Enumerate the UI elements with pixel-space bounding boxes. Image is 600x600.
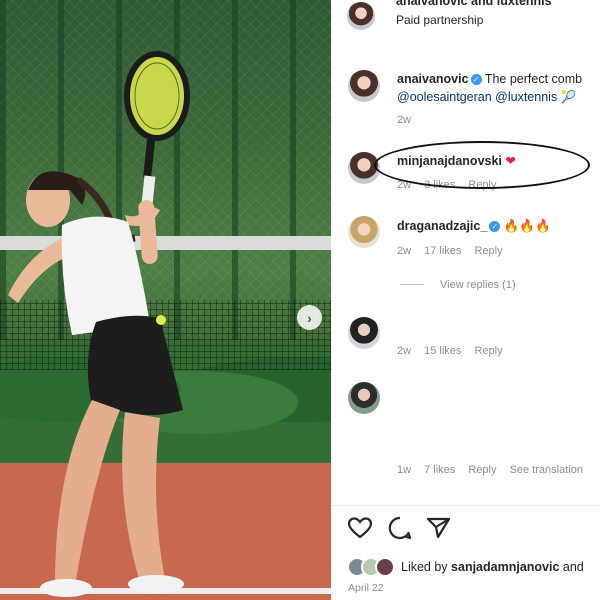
caption-mentions-text[interactable]: @oolesaintgeran @luxtennis [397, 90, 557, 104]
liked-by-suffix: and [562, 560, 584, 574]
comment-avatar[interactable] [348, 216, 380, 248]
reply-button[interactable]: Reply [468, 179, 496, 191]
avatar [375, 557, 395, 577]
comment-time: 2w [397, 179, 412, 191]
comment-avatar[interactable] [348, 152, 380, 184]
liked-by-avatars[interactable] [347, 557, 399, 577]
chevron-right-icon: › [307, 309, 312, 326]
liked-by-line: Liked by sanjadamnjanovic and [401, 560, 584, 574]
comment-likes[interactable]: 15 likes [424, 345, 461, 357]
caption-line: anaivanovic ✓ The perfect comb [397, 72, 582, 86]
post-owner-names[interactable]: anaivanovic and luxtennis [396, 0, 552, 8]
share-icon[interactable] [426, 516, 452, 540]
comment-meta: 1w 7 likes Reply See translation [397, 464, 593, 476]
reply-button[interactable]: Reply [474, 245, 502, 257]
comment-line: minjanajdanovski ❤ [397, 153, 516, 168]
comment-meta: 2w 15 likes Reply [397, 345, 513, 357]
reply-button[interactable]: Reply [468, 464, 496, 476]
liked-by-username[interactable]: sanjadamnjanovic [451, 560, 559, 574]
comment-meta: 2w 3 likes Reply [397, 179, 507, 191]
fire-emoji-icon: 🔥🔥🔥 [503, 219, 551, 233]
comment-avatar[interactable] [348, 317, 380, 349]
comment-likes[interactable]: 3 likes [424, 179, 455, 191]
caption-time: 2w [397, 114, 412, 126]
comment-likes[interactable]: 17 likes [424, 245, 461, 257]
comment-username[interactable]: minjanajdanovski [397, 154, 502, 168]
caption-mentions[interactable]: @oolesaintgeran @luxtennis 🎾 [397, 90, 576, 105]
caption-text: The perfect comb [484, 72, 583, 86]
comment-username[interactable]: draganadzajic_ [397, 219, 487, 233]
view-replies-button[interactable]: View replies (1) [400, 279, 516, 291]
caption-avatar[interactable] [348, 70, 380, 102]
see-translation-button[interactable]: See translation [510, 464, 583, 476]
comment-time: 2w [397, 345, 412, 357]
action-bar-divider [331, 505, 600, 506]
comment-icon[interactable] [387, 515, 413, 541]
comment-likes[interactable]: 7 likes [424, 464, 455, 476]
divider-dash [400, 284, 424, 285]
verified-badge-icon: ✓ [470, 74, 482, 85]
comment-line: draganadzajic_ ✓ 🔥🔥🔥 [397, 219, 551, 234]
paid-partnership-label[interactable]: Paid partnership [396, 13, 483, 27]
heart-emoji-icon: ❤ [505, 154, 516, 168]
comment-time: 2w [397, 245, 412, 257]
verified-badge-icon: ✓ [489, 221, 501, 232]
comment-meta: 2w 17 likes Reply [397, 245, 513, 257]
post-photo[interactable]: › [0, 0, 331, 600]
heart-icon[interactable] [347, 516, 373, 540]
comment-time: 1w [397, 464, 412, 476]
view-replies-label: View replies (1) [440, 279, 516, 291]
tennis-player-illustration [8, 51, 190, 597]
caption-username[interactable]: anaivanovic [397, 72, 469, 86]
next-photo-button[interactable]: › [297, 305, 322, 330]
racket-emoji-icon: 🎾 [560, 90, 577, 104]
reply-button[interactable]: Reply [474, 345, 502, 357]
post-owner-avatar[interactable] [347, 2, 375, 30]
post-date[interactable]: April 22 [348, 582, 384, 594]
liked-by-prefix: Liked by [401, 560, 448, 574]
comment-avatar[interactable] [348, 382, 380, 414]
